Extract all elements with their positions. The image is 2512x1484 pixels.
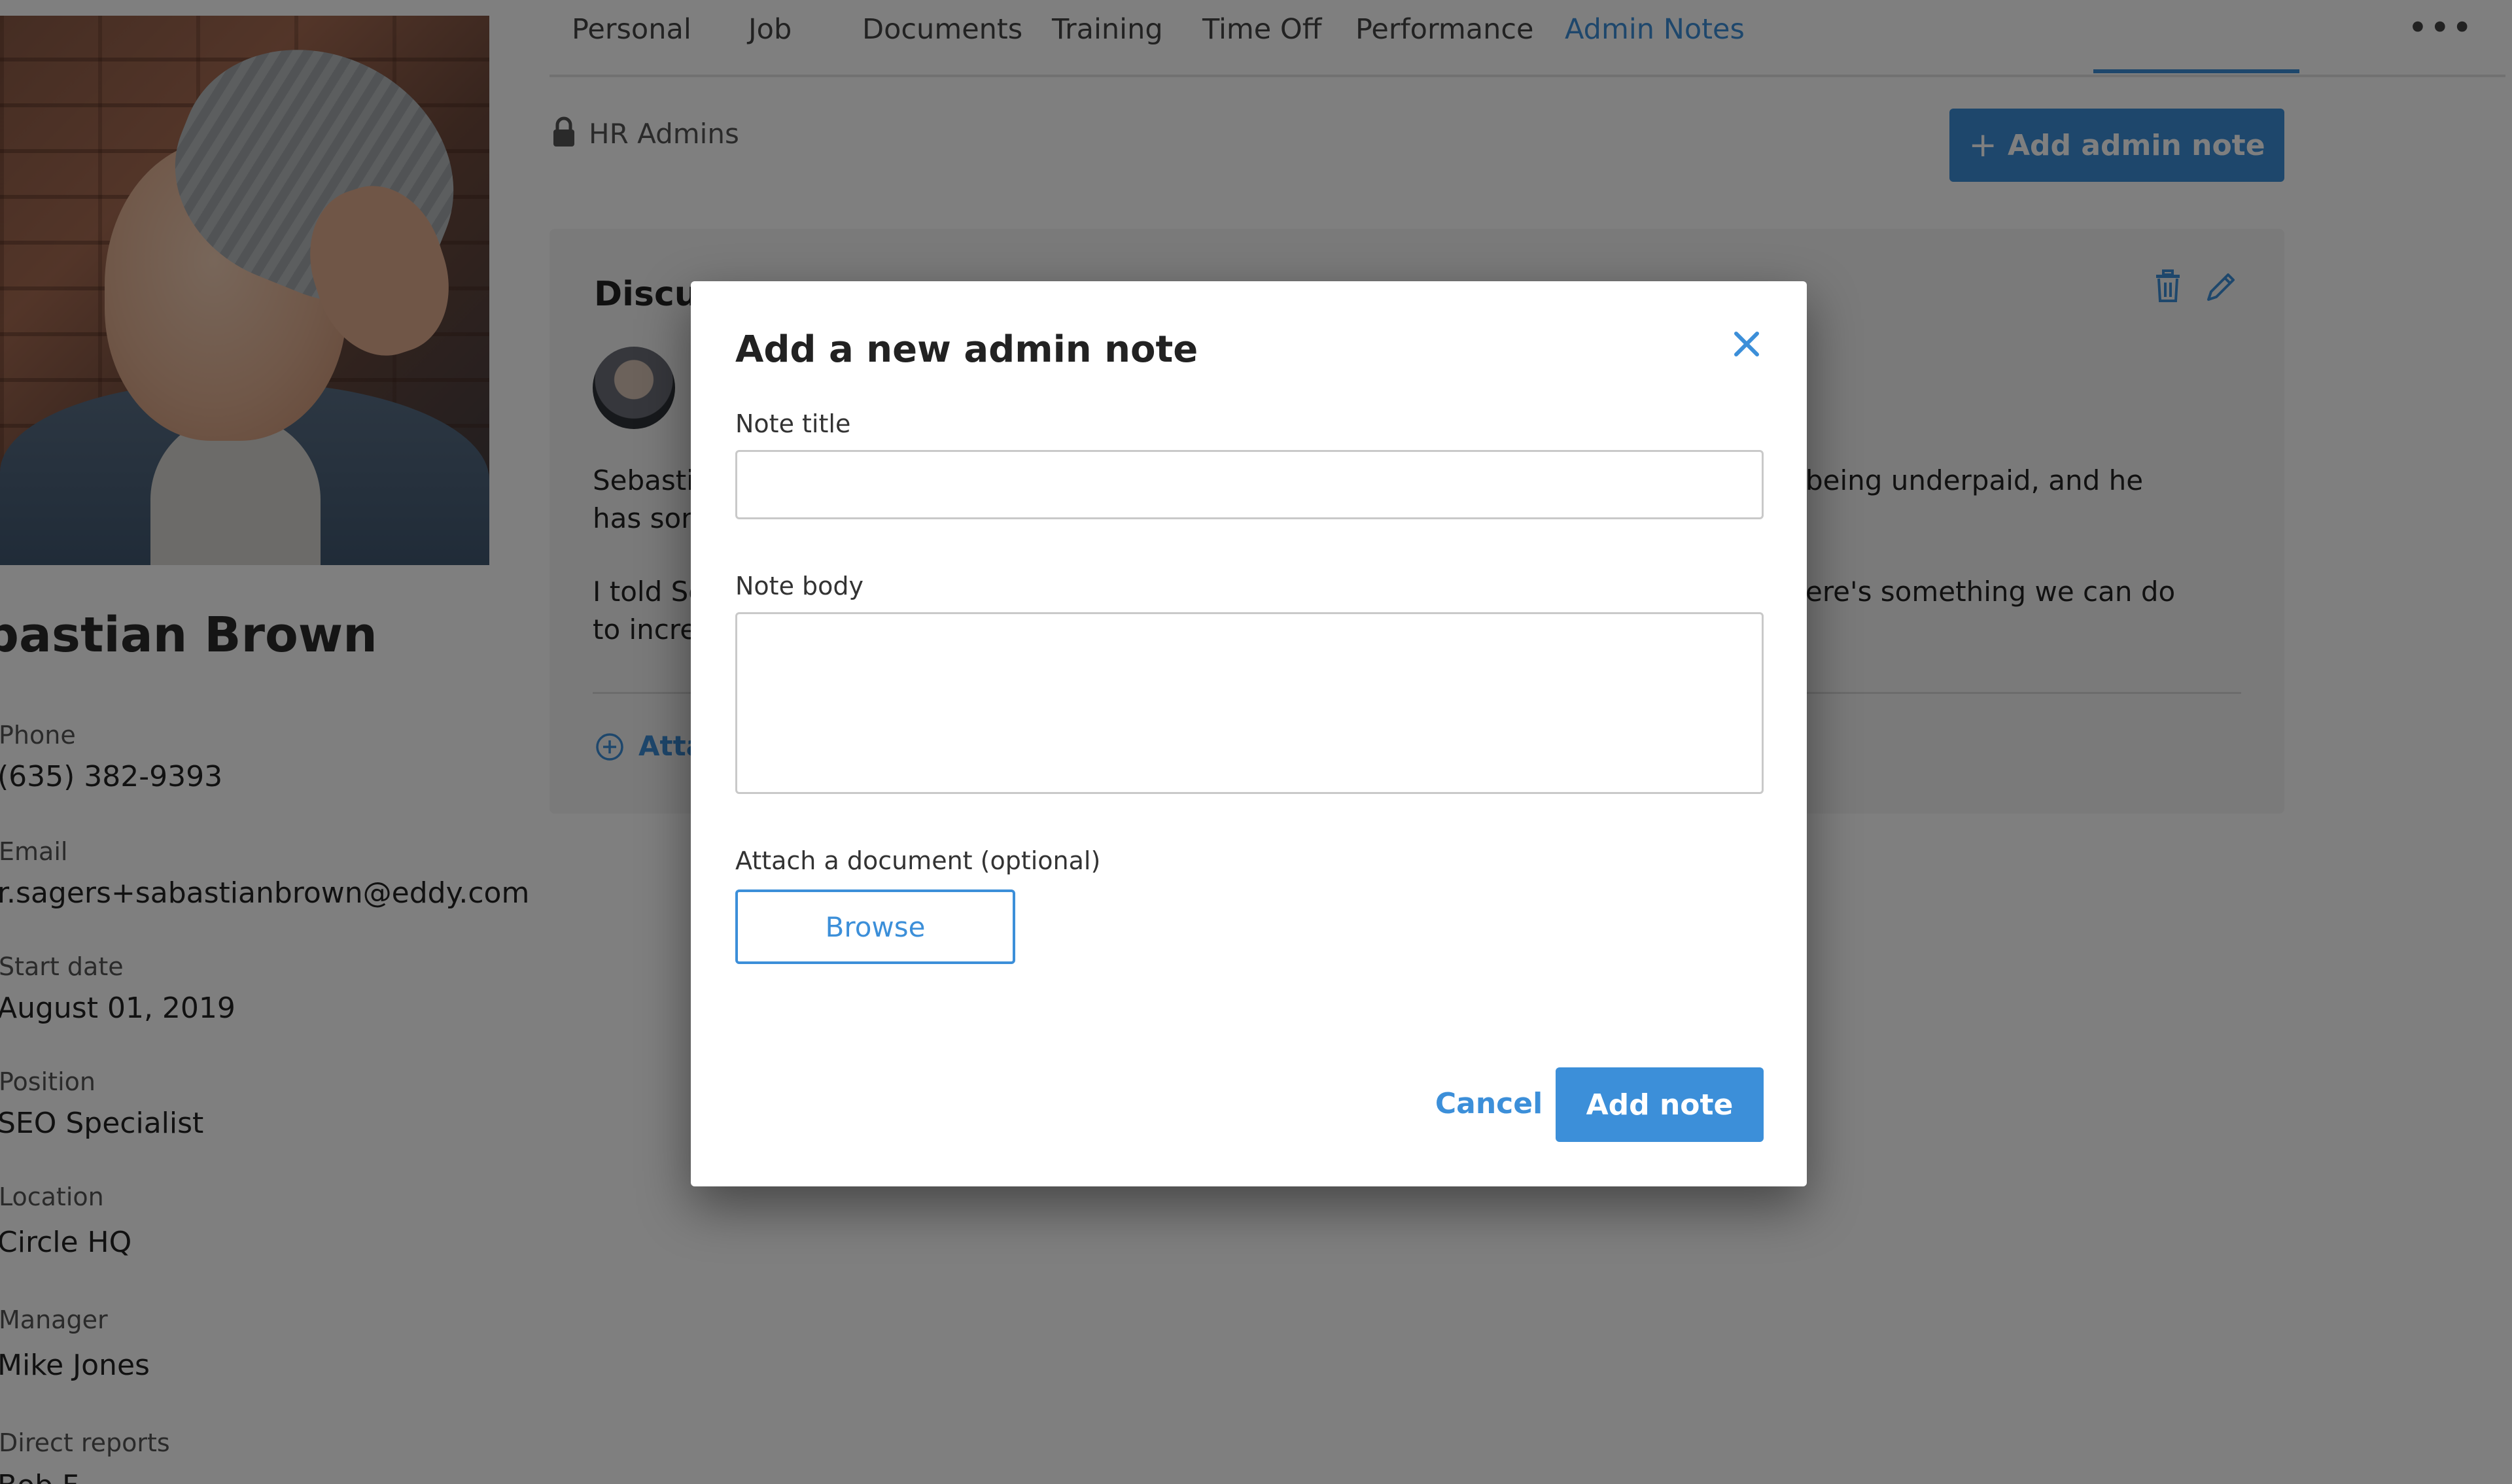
note-body-textarea[interactable] [735,612,1764,794]
note-body-label: Note body [735,572,864,600]
attach-document-label: Attach a document (optional) [735,846,1101,875]
note-title-input[interactable] [735,450,1764,519]
cancel-button[interactable]: Cancel [1417,1067,1561,1139]
close-icon[interactable] [1727,324,1766,364]
add-note-button[interactable]: Add note [1556,1067,1764,1142]
add-admin-note-modal: Add a new admin note Note title Note bod… [691,281,1807,1186]
note-title-label: Note title [735,409,851,438]
browse-button[interactable]: Browse [735,889,1015,964]
modal-title: Add a new admin note [735,328,1198,371]
